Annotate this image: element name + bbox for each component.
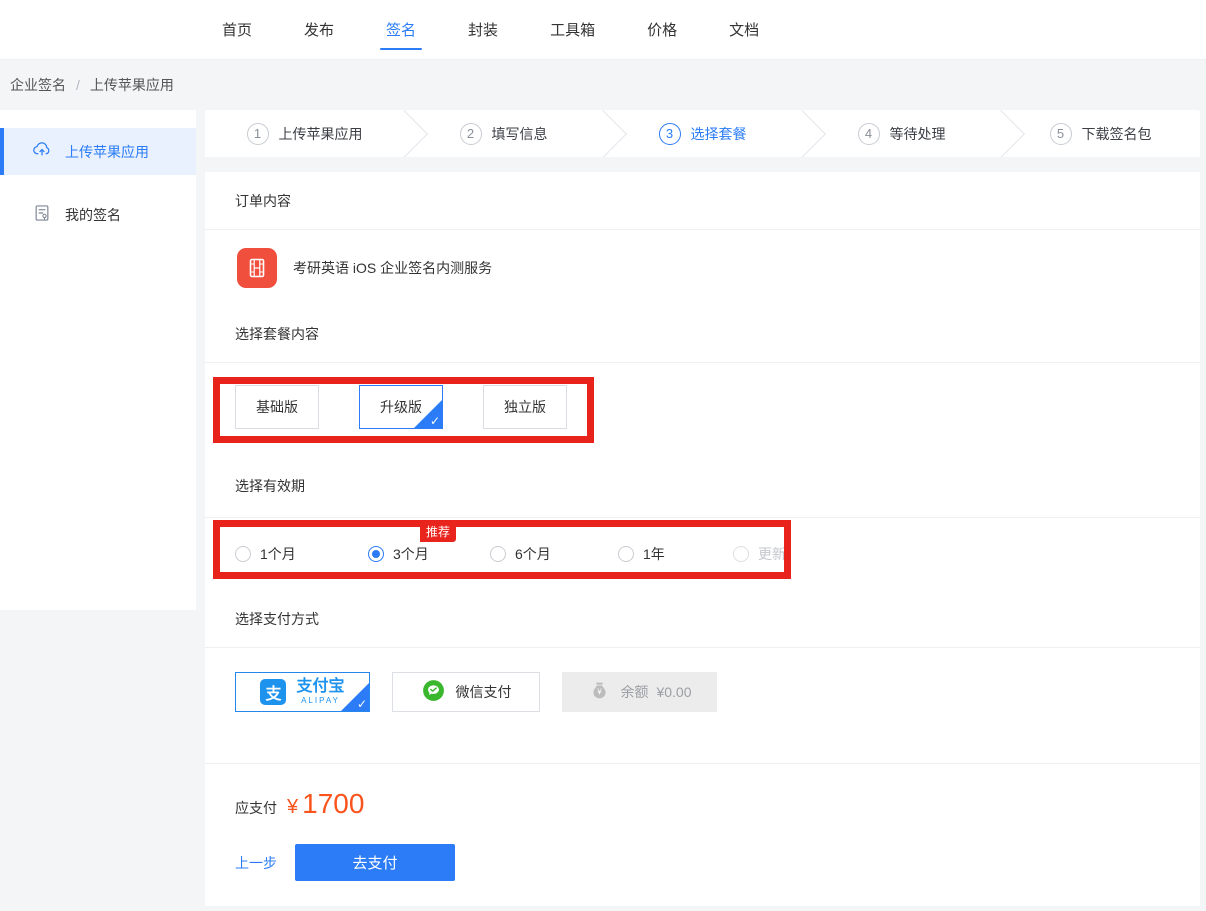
- svg-text:¥: ¥: [598, 687, 603, 696]
- step-1-upload: 1 上传苹果应用: [205, 110, 404, 157]
- radio-icon: [618, 546, 634, 562]
- section-title-validity: 选择有效期: [205, 455, 1200, 518]
- section-title-payment: 选择支付方式: [205, 590, 1200, 648]
- alipay-sublabel: ALIPAY: [301, 697, 340, 705]
- package-option-basic[interactable]: 基础版: [235, 385, 319, 429]
- validity-option-label: 1个月: [260, 544, 296, 564]
- package-option-upgrade[interactable]: 升级版 ✓: [359, 385, 443, 429]
- payment-methods: 支 支付宝 ALIPAY ✓ 微信支付: [205, 648, 1200, 763]
- section-title-package: 选择套餐内容: [205, 305, 1200, 363]
- currency-symbol: ¥: [287, 796, 298, 819]
- balance-amount: ¥0.00: [656, 684, 691, 700]
- step-3-choose-plan: 3 选择套餐: [603, 110, 802, 157]
- step-2-fill-info: 2 填写信息: [404, 110, 603, 157]
- step-number: 3: [659, 123, 681, 145]
- payment-option-balance: ¥ 余额 ¥0.00: [562, 672, 717, 712]
- alipay-icon: 支: [260, 679, 286, 705]
- step-label: 选择套餐: [691, 124, 747, 144]
- sidebar: 上传苹果应用 我的签名: [0, 110, 196, 610]
- radio-icon: [733, 546, 749, 562]
- price-row: 应支付 ¥ 1700: [235, 788, 1200, 822]
- cloud-upload-icon: [32, 140, 52, 163]
- order-app-name: 考研英语 iOS 企业签名内测服务: [293, 258, 492, 278]
- nav-item-home[interactable]: 首页: [216, 0, 258, 59]
- recommend-badge: 推荐: [420, 522, 456, 542]
- sidebar-item-label: 我的签名: [65, 205, 121, 225]
- alipay-label: 支付宝: [296, 679, 344, 695]
- step-number: 2: [460, 123, 482, 145]
- order-panel: 订单内容 考研英语 iOS 企业签名内测服务 选择套餐内容 基础版 升级版 ✓: [205, 172, 1200, 906]
- film-icon: [237, 248, 277, 288]
- nav-item-docs[interactable]: 文档: [723, 0, 765, 59]
- step-number: 4: [858, 123, 880, 145]
- top-nav: 首页 发布 签名 封装 工具箱 价格 文档: [0, 0, 1206, 60]
- previous-step-link[interactable]: 上一步: [235, 853, 277, 873]
- validity-option-1-month[interactable]: 1个月: [235, 544, 368, 564]
- radio-icon: [235, 546, 251, 562]
- radio-icon: [368, 546, 384, 562]
- step-label: 填写信息: [492, 124, 548, 144]
- validity-option-label: 1年: [643, 544, 665, 564]
- validity-option-1-year[interactable]: 1年: [618, 544, 733, 564]
- validity-options: 1个月 推荐 3个月 6个月 1年 更新: [205, 518, 1200, 590]
- step-4-processing: 4 等待处理: [802, 110, 1001, 157]
- go-pay-button[interactable]: 去支付: [295, 844, 455, 881]
- nav-item-toolbox[interactable]: 工具箱: [544, 0, 601, 59]
- section-title-order: 订单内容: [205, 172, 1200, 230]
- sidebar-item-upload-app[interactable]: 上传苹果应用: [0, 128, 196, 175]
- nav-item-publish[interactable]: 发布: [298, 0, 340, 59]
- step-label: 等待处理: [890, 124, 946, 144]
- steps-bar: 1 上传苹果应用 2 填写信息 3 选择套餐 4 等待处理 5 下载签名包: [205, 110, 1200, 157]
- sidebar-item-my-signatures[interactable]: 我的签名: [0, 191, 196, 238]
- validity-option-label: 6个月: [515, 544, 551, 564]
- validity-option-renew: 更新: [733, 544, 786, 564]
- package-option-label: 基础版: [256, 397, 298, 417]
- pay-due-amount: 1700: [302, 788, 364, 820]
- breadcrumb-separator: /: [76, 77, 80, 93]
- balance-label: 余额: [620, 682, 648, 702]
- radio-icon: [490, 546, 506, 562]
- order-item-row: 考研英语 iOS 企业签名内测服务: [205, 230, 1200, 305]
- action-row: 上一步 去支付: [235, 844, 1200, 881]
- step-label: 上传苹果应用: [279, 124, 363, 144]
- validity-option-label: 更新: [758, 544, 786, 564]
- package-options: 基础版 升级版 ✓ 独立版: [205, 363, 1200, 455]
- payment-option-alipay[interactable]: 支 支付宝 ALIPAY ✓: [235, 672, 370, 712]
- panel-footer: 应支付 ¥ 1700 上一步 去支付: [205, 763, 1200, 906]
- wechat-pay-label: 微信支付: [456, 682, 512, 702]
- package-option-label: 独立版: [504, 397, 546, 417]
- payment-option-wechat[interactable]: 微信支付: [392, 672, 540, 712]
- step-5-download: 5 下载签名包: [1001, 110, 1200, 157]
- main-content: 1 上传苹果应用 2 填写信息 3 选择套餐 4 等待处理 5 下载签名包 订单…: [205, 110, 1200, 906]
- check-icon: ✓: [357, 698, 367, 710]
- breadcrumb: 企业签名 / 上传苹果应用: [0, 60, 1206, 110]
- breadcrumb-current: 上传苹果应用: [90, 75, 174, 95]
- validity-option-6-months[interactable]: 6个月: [490, 544, 618, 564]
- sidebar-item-label: 上传苹果应用: [65, 142, 149, 162]
- step-number: 1: [247, 123, 269, 145]
- validity-option-label: 3个月: [393, 544, 429, 564]
- pay-due-label: 应支付: [235, 798, 277, 818]
- breadcrumb-parent[interactable]: 企业签名: [10, 75, 66, 95]
- signature-doc-icon: [32, 203, 52, 226]
- alipay-wordmark: 支付宝 ALIPAY: [296, 679, 344, 705]
- package-option-standalone[interactable]: 独立版: [483, 385, 567, 429]
- validity-option-3-months[interactable]: 推荐 3个月: [368, 544, 490, 564]
- nav-item-pricing[interactable]: 价格: [641, 0, 683, 59]
- step-number: 5: [1050, 123, 1072, 145]
- check-icon: ✓: [430, 415, 440, 427]
- nav-item-package[interactable]: 封装: [462, 0, 504, 59]
- wechat-pay-icon: [421, 678, 446, 706]
- nav-item-signature[interactable]: 签名: [380, 0, 422, 59]
- step-label: 下载签名包: [1082, 124, 1152, 144]
- money-bag-icon: ¥: [587, 678, 612, 706]
